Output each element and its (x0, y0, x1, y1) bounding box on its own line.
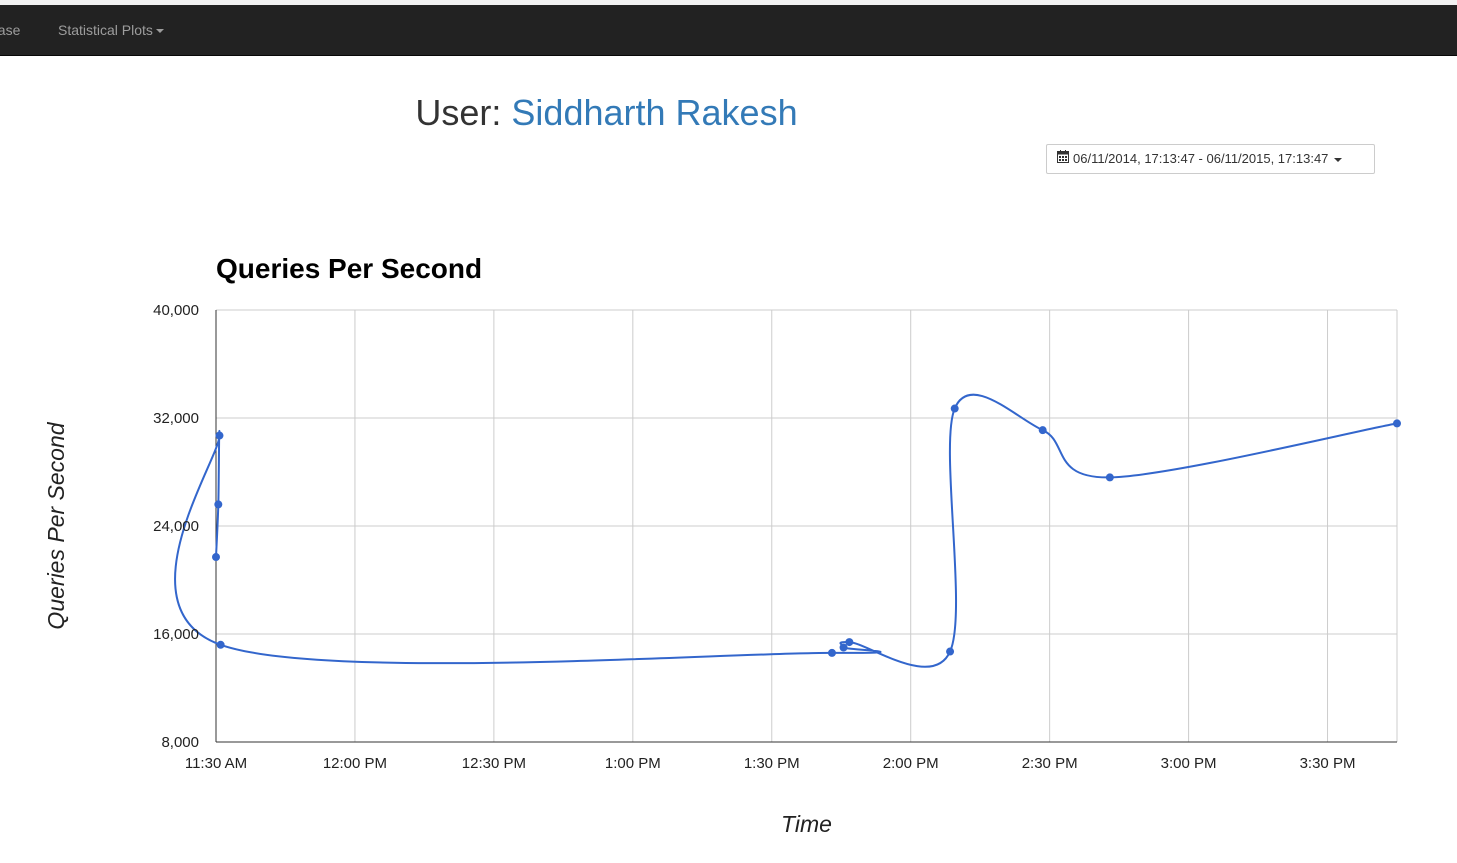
data-point (212, 553, 220, 562)
data-point (1393, 419, 1401, 428)
chart-gridlines (216, 309, 1398, 742)
x-tick-label: 11:30 AM (185, 755, 247, 772)
x-tick-label: 12:00 PM (323, 755, 387, 772)
data-point (1038, 426, 1047, 435)
x-tick-label: 1:00 PM (605, 755, 661, 772)
data-point (216, 640, 225, 649)
data-point (845, 638, 854, 647)
chart-labels: 8,000 16,000 24,000 32,000 40,000 11:30 AM 12:… (43, 253, 1355, 837)
series-line (174, 393, 1398, 668)
x-axis-label: Time (781, 811, 832, 837)
x-tick-label: 2:00 PM (883, 755, 939, 772)
y-tick-label: 8,000 (161, 734, 199, 751)
y-tick-label: 32,000 (153, 410, 199, 427)
series-points (212, 404, 1401, 657)
queries-per-second-chart: 8,000 16,000 24,000 32,000 40,000 11:30 AM 12:… (43, 253, 1401, 837)
x-tick-label: 3:00 PM (1161, 755, 1217, 772)
y-tick-label: 24,000 (153, 518, 199, 535)
chart-title: Queries Per Second (216, 253, 482, 284)
data-point (946, 647, 955, 656)
data-point (214, 500, 223, 509)
data-point (950, 404, 959, 413)
data-point (215, 431, 224, 440)
y-axis-label: Queries Per Second (43, 421, 69, 629)
y-tick-label: 16,000 (153, 626, 199, 643)
y-tick-label: 40,000 (153, 302, 199, 319)
data-point (827, 648, 836, 657)
data-point (1105, 473, 1114, 482)
x-tick-label: 12:30 PM (462, 755, 526, 772)
x-tick-label: 2:30 PM (1022, 755, 1078, 772)
x-tick-label: 3:30 PM (1300, 755, 1356, 772)
x-tick-label: 1:30 PM (744, 755, 800, 772)
